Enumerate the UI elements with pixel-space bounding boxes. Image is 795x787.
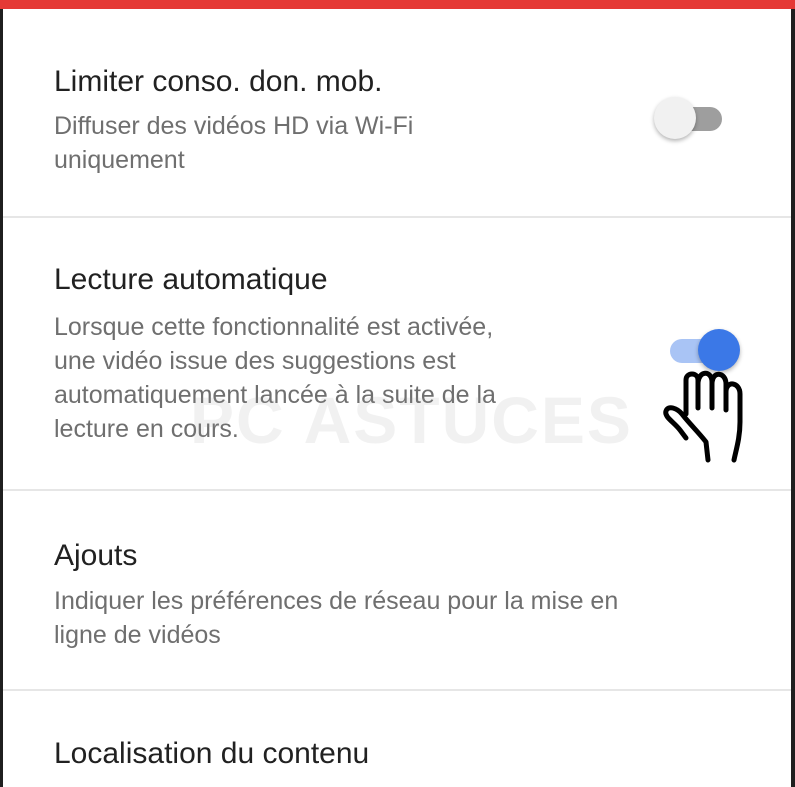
setting-row-content-location[interactable]: Localisation du contenu [3, 691, 791, 787]
watermark-text: PC ASTUCES [190, 383, 633, 457]
setting-description-line: uniquement [54, 146, 185, 174]
setting-row-limit-mobile-data[interactable]: Limiter conso. don. mob. Diffuser des vi… [3, 14, 791, 218]
setting-title: Lecture automatique [54, 263, 328, 296]
top-accent-bar [0, 0, 795, 14]
setting-description-line: Diffuser des vidéos HD via Wi-Fi [54, 112, 414, 140]
setting-description-line: ligne de vidéos [54, 621, 221, 649]
limit-mobile-data-toggle[interactable] [654, 96, 730, 140]
setting-title: Limiter conso. don. mob. [54, 65, 383, 98]
setting-title: Localisation du contenu [54, 737, 370, 770]
setting-title: Ajouts [54, 539, 138, 572]
hand-pointer-icon [663, 370, 743, 463]
setting-description-line: une vidéo issue des suggestions est [54, 347, 456, 375]
setting-description-line: Lorsque cette fonctionnalité est activée… [54, 313, 494, 341]
setting-description-line: Indiquer les préférences de réseau pour … [54, 587, 619, 615]
frame-right-edge [791, 9, 795, 787]
toggle-thumb [654, 97, 696, 139]
setting-row-uploads[interactable]: Ajouts Indiquer les préférences de résea… [3, 491, 791, 691]
